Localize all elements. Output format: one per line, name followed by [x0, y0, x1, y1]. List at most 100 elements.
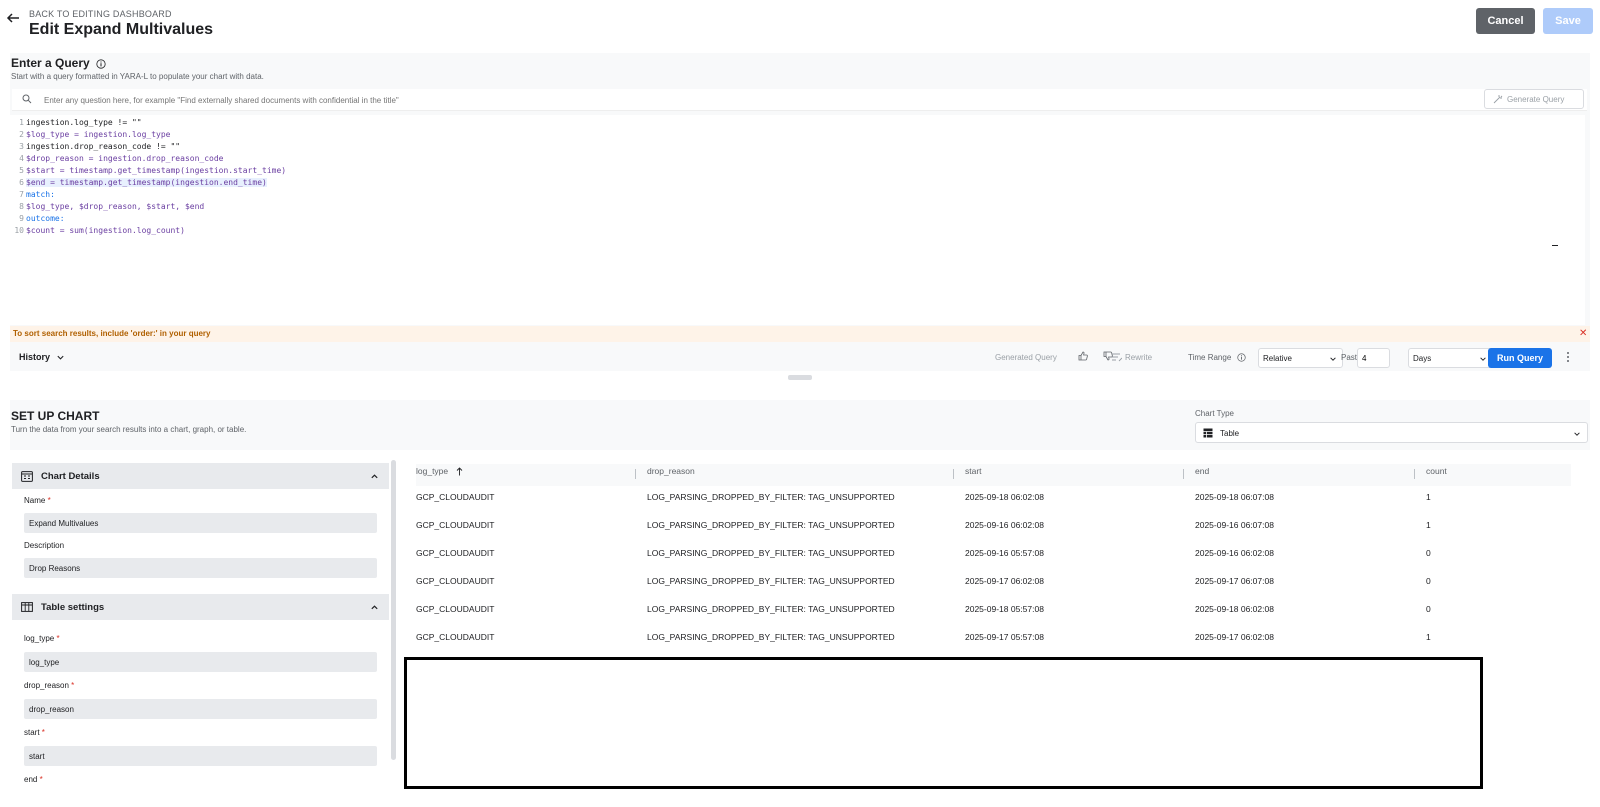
chevron-up-icon [371, 474, 378, 479]
required-marker: * [71, 681, 75, 690]
drop-reason-label: drop_reason * [24, 681, 74, 690]
chevron-down-icon [1574, 432, 1580, 436]
code-text: $log_type = ingestion.log_type [26, 130, 171, 139]
column-header-drop-reason[interactable]: drop_reason [647, 466, 695, 486]
cell-drop-reason: LOG_PARSING_DROPPED_BY_FILTER: TAG_UNSUP… [647, 632, 895, 642]
chart-type-select[interactable]: Table [1195, 422, 1588, 443]
time-range-label: Time Range [1188, 353, 1246, 363]
info-icon[interactable] [1236, 353, 1246, 363]
page-title: Edit Expand Multivalues [29, 21, 214, 38]
save-button[interactable]: Save [1543, 8, 1593, 34]
cell-end: 2025-09-18 06:02:08 [1195, 604, 1274, 614]
search-icon [22, 94, 32, 104]
history-label: History [19, 352, 51, 362]
field-label-text: start [24, 728, 40, 737]
cell-end: 2025-09-17 06:02:08 [1195, 632, 1274, 642]
cell-start: 2025-09-16 06:02:08 [965, 520, 1044, 530]
past-label: Past [1341, 353, 1358, 362]
description-input[interactable] [24, 558, 377, 578]
query-section: Enter a Query Start with a query formatt… [10, 53, 1590, 371]
table-settings-header[interactable]: Table settings [12, 594, 389, 620]
cell-log-type: GCP_CLOUDAUDIT [416, 492, 495, 502]
query-toolbar: History Generated Query Rewrite Time Ran… [10, 345, 1590, 371]
column-header-end[interactable]: end [1195, 466, 1209, 486]
code-line: 3 ingestion.drop_reason_code != "" [10, 141, 180, 153]
history-dropdown[interactable]: History [19, 352, 65, 362]
line-number: 5 [19, 166, 24, 175]
table-header-row [416, 464, 1571, 486]
question-input[interactable] [44, 92, 1444, 108]
close-icon[interactable]: ✕ [1579, 328, 1587, 339]
code-line: 7 match: [10, 189, 55, 201]
drop-reason-input[interactable] [24, 699, 377, 719]
line-number: 2 [19, 130, 24, 139]
sort-ascending-icon[interactable] [456, 467, 463, 476]
code-line: 10 $count = sum(ingestion.log_count) [10, 225, 185, 237]
code-line: 9 outcome: [10, 213, 64, 225]
chevron-down-icon [1480, 357, 1486, 361]
required-marker: * [41, 728, 45, 737]
column-header-count[interactable]: count [1426, 466, 1447, 486]
cell-start: 2025-09-18 06:02:08 [965, 492, 1044, 502]
start-input[interactable] [24, 746, 377, 766]
cancel-button[interactable]: Cancel [1476, 8, 1535, 34]
time-range-select[interactable]: Relative [1258, 348, 1343, 368]
cell-end: 2025-09-17 06:07:08 [1195, 576, 1274, 586]
name-input[interactable] [24, 513, 377, 533]
chart-details-header[interactable]: Chart Details [12, 463, 389, 489]
time-unit-select[interactable]: Days [1408, 348, 1493, 368]
rewrite-label: Rewrite [1125, 353, 1153, 362]
name-label: Name * [24, 496, 51, 505]
chevron-down-icon [56, 355, 64, 360]
editor-scroll-marker [1552, 245, 1558, 246]
cell-drop-reason: LOG_PARSING_DROPPED_BY_FILTER: TAG_UNSUP… [647, 576, 895, 586]
cell-drop-reason: LOG_PARSING_DROPPED_BY_FILTER: TAG_UNSUP… [647, 548, 895, 558]
log-type-input[interactable] [24, 652, 377, 672]
time-range-text: Time Range [1188, 353, 1232, 362]
setup-chart-section: SET UP CHART Turn the data from your sea… [10, 400, 1590, 450]
past-amount-input[interactable] [1357, 348, 1390, 368]
table-settings-title: Table settings [41, 602, 105, 613]
rewrite-button[interactable]: Rewrite [1112, 353, 1152, 362]
cell-count: 1 [1426, 520, 1431, 530]
more-options-icon[interactable] [1566, 351, 1570, 363]
cell-drop-reason: LOG_PARSING_DROPPED_BY_FILTER: TAG_UNSUP… [647, 492, 895, 502]
code-line: 4 $drop_reason = ingestion.drop_reason_co… [10, 153, 223, 165]
line-number: 4 [19, 154, 24, 163]
cell-log-type: GCP_CLOUDAUDIT [416, 548, 495, 558]
question-search-bar [12, 89, 1587, 111]
highlight-box [404, 657, 1483, 789]
chart-settings-panel: Chart Details Name * Description Table s… [10, 460, 400, 807]
line-number: 6 [19, 178, 24, 187]
info-icon[interactable] [96, 59, 106, 69]
query-title: Enter a Query [11, 56, 106, 70]
cell-start: 2025-09-17 06:02:08 [965, 576, 1044, 586]
back-arrow-icon[interactable] [5, 10, 21, 26]
run-query-button[interactable]: Run Query [1488, 348, 1552, 368]
code-line: 5 $start = timestamp.get_timestamp(ingest… [10, 165, 286, 177]
cell-start: 2025-09-18 05:57:08 [965, 604, 1044, 614]
required-marker: * [56, 634, 60, 643]
warning-text: To sort search results, include 'order:'… [13, 329, 211, 338]
back-link[interactable]: BACK TO EDITING DASHBOARD [29, 9, 172, 19]
generate-query-button[interactable]: Generate Query [1484, 89, 1584, 109]
code-text: $log_type, $drop_reason, $start, $end [26, 202, 205, 211]
cell-start: 2025-09-17 05:57:08 [965, 632, 1044, 642]
cell-end: 2025-09-16 06:07:08 [1195, 520, 1274, 530]
code-editor[interactable]: 1 ingestion.log_type != "" 2 $log_type = i… [10, 115, 1585, 325]
column-header-log-type[interactable]: log_type [416, 466, 463, 486]
column-divider[interactable] [1183, 469, 1184, 479]
thumbs-up-icon[interactable] [1078, 351, 1088, 361]
panel-scrollbar[interactable] [391, 460, 396, 760]
column-divider[interactable] [1414, 469, 1415, 479]
start-label: start * [24, 728, 45, 737]
column-header-start[interactable]: start [965, 466, 982, 486]
column-divider[interactable] [635, 469, 636, 479]
cell-log-type: GCP_CLOUDAUDIT [416, 604, 495, 614]
chart-type-value: Table [1220, 429, 1240, 438]
column-divider[interactable] [953, 469, 954, 479]
resize-handle[interactable] [788, 375, 812, 380]
line-number: 8 [19, 202, 24, 211]
chevron-up-icon [371, 605, 378, 610]
cell-drop-reason: LOG_PARSING_DROPPED_BY_FILTER: TAG_UNSUP… [647, 604, 895, 614]
